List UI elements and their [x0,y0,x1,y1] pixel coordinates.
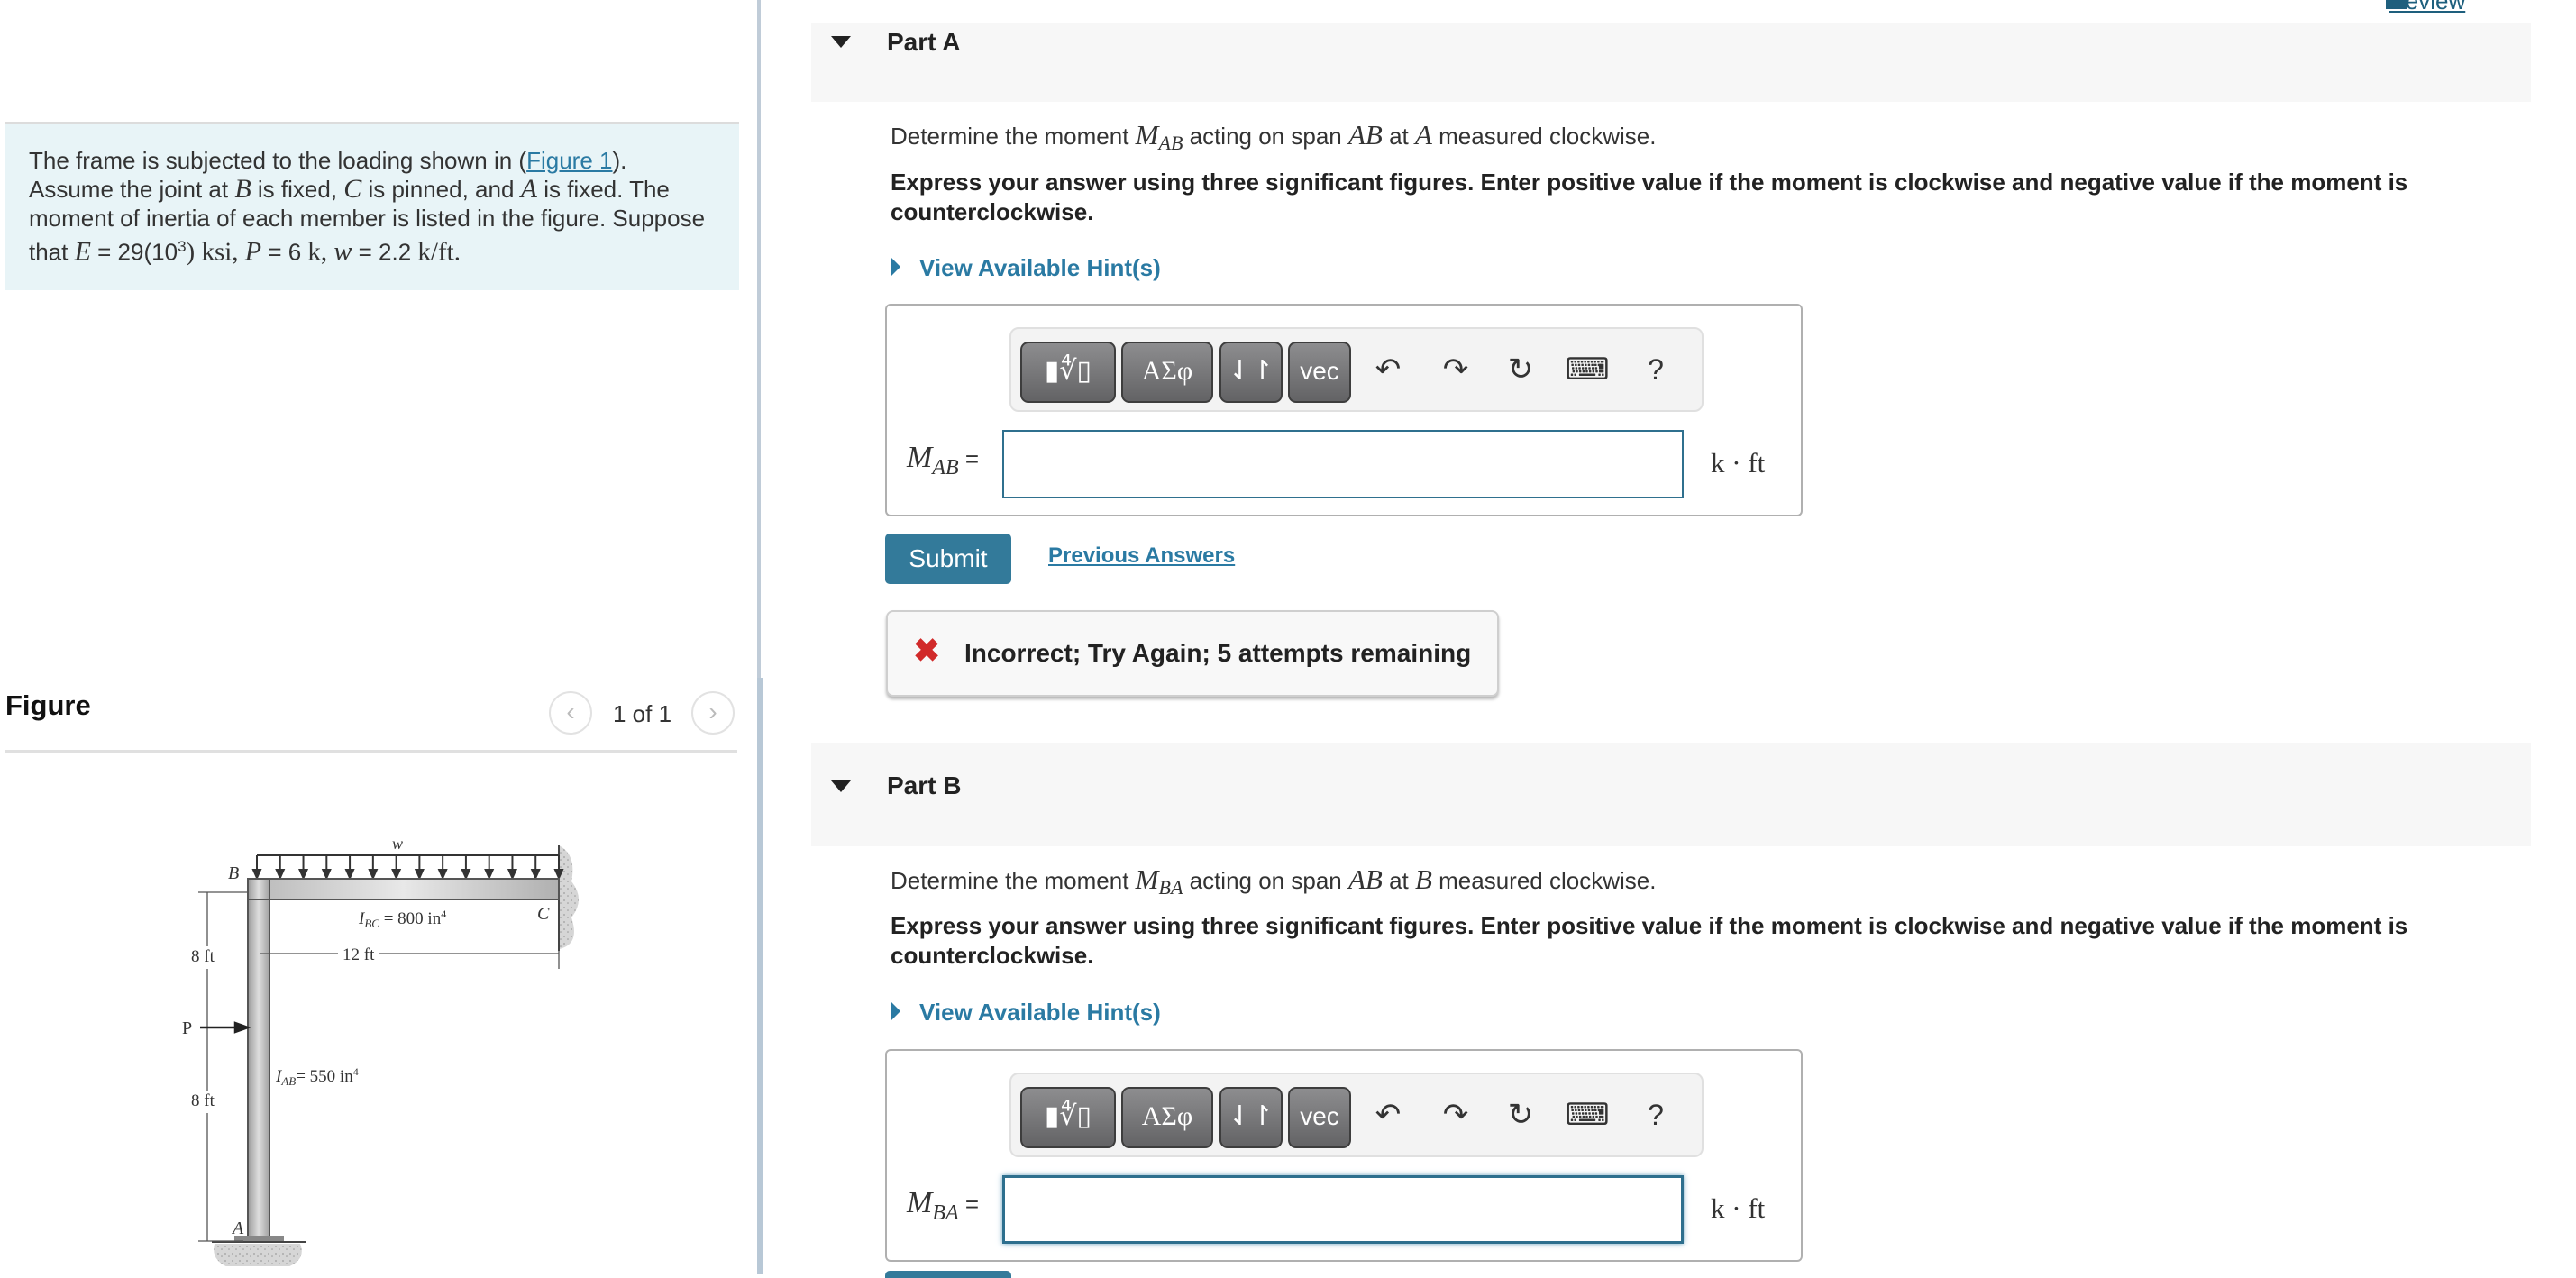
pane-divider-handle[interactable] [757,678,763,1274]
reset-icon[interactable]: ↻ [1498,1092,1543,1137]
part-a-title: Part A [887,28,961,56]
figure-divider [5,750,737,753]
label-upper-8ft: 8 ft [191,947,215,966]
label-A: A [231,1219,244,1238]
part-a-unit: k · ft [1711,447,1766,479]
arrows-button[interactable]: ⇃↾ [1219,342,1283,403]
part-a-instructions: Express your answer using three signific… [891,169,2408,225]
collapse-caret-icon [831,36,851,48]
undo-icon[interactable]: ↶ [1366,347,1411,392]
greek-symbols-button[interactable]: ΑΣφ [1121,342,1213,403]
math-toolbar: ▮∜▯ ΑΣφ ⇃↾ vec ↶ ↷ ↻ ⌨ ? [1009,327,1704,412]
part-a-question: Determine the moment MAB acting on span … [891,119,1657,155]
load-arrow-head [530,869,541,881]
ground-support-A [214,1244,302,1266]
problem-text: The frame is subjected to the loading sh… [29,147,706,267]
review-link[interactable]: Review [2389,0,2465,15]
reset-icon[interactable]: ↻ [1498,347,1543,392]
load-arrow-head [275,869,286,881]
part-b-answer-label: MBA = [907,1186,980,1225]
part-a-answer-label: MAB = [907,441,980,479]
problem-statement: The frame is subjected to the loading sh… [5,122,739,290]
part-b-unit: k · ft [1711,1192,1766,1224]
load-arrow-head [461,869,471,881]
chevron-right-icon: › [708,698,717,726]
dimension-heights [198,891,248,1242]
load-arrow-head [484,869,495,881]
part-a-header[interactable]: Part A [811,23,2531,102]
templates-icon: ▮∜▯ [1044,1101,1092,1131]
arrows-button[interactable]: ⇃↾ [1219,1087,1283,1148]
label-C: C [537,904,550,924]
load-arrow-head [414,869,425,881]
part-b-answer-box: ▮∜▯ ΑΣφ ⇃↾ vec ↶ ↷ ↻ ⌨ ? MBA = k · ft [885,1049,1803,1262]
vec-icon: vec [1300,1102,1339,1130]
label-12ft: 12 ft [343,945,375,964]
undo-icon[interactable]: ↶ [1366,1092,1411,1137]
label-I-BC: IBC = 800 in4 [358,908,446,930]
chevron-left-icon: ‹ [566,698,575,726]
greek-icon: ΑΣφ [1141,356,1193,386]
label-I-AB: IAB= 550 in4 [275,1065,359,1088]
figure-title: Figure [5,689,91,721]
collapse-caret-icon [831,780,851,792]
part-a-answer-box: ▮∜▯ ΑΣφ ⇃↾ vec ↶ ↷ ↻ ⌨ ? MAB = k · ft [885,304,1803,516]
label-lower-8ft: 8 ft [191,1091,215,1110]
templates-button[interactable]: ▮∜▯ [1020,1087,1116,1148]
vector-button[interactable]: vec [1288,342,1351,403]
dimension-12ft [260,951,560,969]
load-arrow-head [507,869,518,881]
expand-caret-icon [891,257,900,277]
greek-icon: ΑΣφ [1141,1101,1193,1131]
arrows-icon: ⇃↾ [1228,356,1274,386]
part-b-submit-button[interactable] [885,1271,1011,1278]
figure-next-button[interactable]: › [691,691,735,735]
part-b-question: Determine the moment MBA acting on span … [891,863,1657,899]
label-P: P [182,1018,192,1038]
keyboard-icon[interactable]: ⌨ [1565,347,1610,392]
part-b-title: Part B [887,771,962,799]
feedback-text: Incorrect; Try Again; 5 attempts remaini… [964,639,1472,667]
load-arrow-head [344,869,355,881]
load-arrow-head [437,869,448,881]
redo-icon[interactable]: ↷ [1433,1092,1478,1137]
label-w: w [392,835,403,853]
part-b-header[interactable]: Part B [811,743,2531,846]
vector-button[interactable]: vec [1288,1087,1351,1148]
figure-link[interactable]: Figure 1 [526,147,612,174]
figure-pager: 1 of 1 [613,700,672,727]
part-b-answer-input[interactable] [1002,1175,1684,1244]
math-toolbar: ▮∜▯ ΑΣφ ⇃↾ vec ↶ ↷ ↻ ⌨ ? [1009,1073,1704,1157]
feedback-message: ✖ Incorrect; Try Again; 5 attempts remai… [886,610,1499,697]
expand-caret-icon [891,1001,900,1021]
help-icon[interactable]: ? [1633,1092,1678,1137]
help-icon[interactable]: ? [1633,347,1678,392]
redo-icon[interactable]: ↷ [1433,347,1478,392]
part-a-submit-button[interactable]: Submit [885,534,1011,584]
load-arrow-head [368,869,379,881]
load-arrow-head [297,869,309,881]
frame-figure: w B C A IBC = 800 in4 IAB= 550 in4 12 ft… [182,835,579,1266]
templates-button[interactable]: ▮∜▯ [1020,342,1116,403]
keyboard-icon[interactable]: ⌨ [1565,1092,1610,1137]
load-arrow-head [391,869,402,881]
vec-icon: vec [1300,357,1339,385]
previous-answers-link[interactable]: Previous Answers [1048,543,1235,569]
error-x-icon: ✖ [913,632,941,669]
templates-icon: ▮∜▯ [1044,356,1092,386]
load-arrow-head [251,869,262,881]
part-b-instructions: Express your answer using three signific… [891,912,2408,969]
part-a-answer-input[interactable] [1002,430,1684,498]
greek-symbols-button[interactable]: ΑΣφ [1121,1087,1213,1148]
arrows-icon: ⇃↾ [1228,1101,1274,1131]
label-B: B [228,863,239,883]
wall-support-C [559,845,579,949]
figure-prev-button[interactable]: ‹ [549,691,592,735]
column-AB [247,878,270,1240]
beam-BC [247,878,560,900]
distributed-load-w [251,854,564,881]
load-arrow-head [321,869,332,881]
